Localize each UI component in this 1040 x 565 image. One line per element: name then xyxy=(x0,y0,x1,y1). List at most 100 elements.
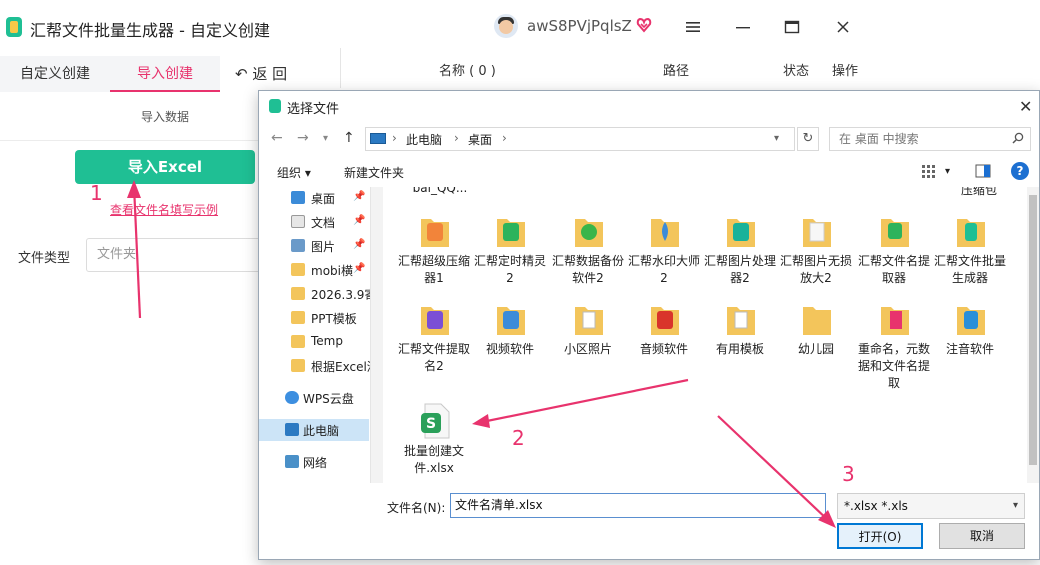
sidebar-item-label: 文档 xyxy=(311,216,336,230)
view-grid-icon[interactable] xyxy=(921,164,937,181)
svg-text:S: S xyxy=(426,416,436,432)
app-title: 汇帮文件批量生成器 - 自定义创建 xyxy=(30,21,270,40)
title-bar: 汇帮文件批量生成器 - 自定义创建 awS8PVjPqlsZ xyxy=(0,0,868,54)
help-icon[interactable]: ? xyxy=(1011,162,1029,180)
new-folder-button[interactable]: 新建文件夹 xyxy=(344,164,404,181)
sidebar-item-documents[interactable]: 文档 📌 xyxy=(259,211,369,233)
file-item[interactable]: 汇帮超级压缩器1 xyxy=(395,213,473,309)
file-item[interactable]: 汇帮定时精灵2 xyxy=(471,213,549,309)
import-excel-button[interactable]: 导入Excel xyxy=(75,150,255,184)
sidebar-item-folder[interactable]: PPT模板 xyxy=(259,307,369,329)
sidebar-item-label: 图片 xyxy=(311,240,336,254)
filetype-select[interactable]: *.xlsx *.xls ▾ xyxy=(837,493,1025,519)
content-scrollbar[interactable] xyxy=(1027,187,1039,483)
sidebar-item-folder[interactable]: 根据Excel深 xyxy=(259,355,370,377)
back-label: 返 回 xyxy=(252,65,288,83)
file-item[interactable]: 幼儿园 xyxy=(777,301,855,397)
network-icon xyxy=(285,455,299,468)
back-nav-icon[interactable]: ← xyxy=(271,130,283,146)
tab-import-create[interactable]: 导入创建 xyxy=(110,56,220,92)
sidebar-item-label: 2026.3.9寄 xyxy=(311,288,371,302)
filename-input[interactable]: 文件名清单.xlsx xyxy=(450,493,826,518)
crumb-desktop[interactable]: 桌面 xyxy=(468,131,492,148)
file-type-select[interactable]: 文件夹 xyxy=(86,238,286,272)
excel-file-item[interactable]: S 批量创建文件.xlsx xyxy=(395,403,473,483)
sidebar-item-wps-cloud[interactable]: WPS云盘 xyxy=(259,387,369,409)
cancel-button[interactable]: 取消 xyxy=(939,523,1025,549)
folder-icon xyxy=(575,219,603,247)
sidebar-item-folder[interactable]: Temp xyxy=(259,331,369,353)
sidebar-scrollbar[interactable] xyxy=(371,187,383,483)
maximize-icon[interactable] xyxy=(777,12,807,42)
refresh-icon[interactable]: ↻ xyxy=(797,127,819,151)
file-item[interactable]: 小区照片 xyxy=(549,301,627,397)
cloud-icon xyxy=(285,391,299,404)
file-name: 汇帮水印大师2 xyxy=(627,254,700,285)
sidebar-item-desktop[interactable]: 桌面 📌 xyxy=(259,187,369,209)
file-name: 汇帮图片处理器2 xyxy=(703,254,776,285)
close-icon[interactable] xyxy=(828,12,858,42)
recent-dropdown-icon[interactable]: ▾ xyxy=(323,133,328,144)
username[interactable]: awS8PVjPqlsZ xyxy=(527,17,632,35)
menu-icon[interactable] xyxy=(678,12,708,42)
file-item[interactable]: 音频软件 xyxy=(625,301,703,397)
filetype-value: *.xlsx *.xls xyxy=(844,499,908,513)
file-item[interactable]: 汇帮文件批量生成器 xyxy=(931,213,1009,309)
crumb-this-pc[interactable]: 此电脑 xyxy=(406,131,442,148)
step-number-1: 1 xyxy=(90,181,103,205)
sidebar-item-folder[interactable]: 2026.3.9寄 xyxy=(259,283,371,305)
file-item[interactable]: 汇帮文件名提取器 xyxy=(855,213,933,309)
file-item[interactable]: 汇帮图片无损放大2 xyxy=(777,213,855,309)
pin-icon: 📌 xyxy=(353,263,366,274)
dialog-close-icon[interactable]: ✕ xyxy=(1019,97,1032,116)
crumb-separator-icon: › xyxy=(392,131,397,145)
example-link[interactable]: 查看文件名填写示例 xyxy=(110,201,218,218)
column-status: 状态 xyxy=(783,64,810,79)
search-input[interactable]: 在 桌面 中搜索 xyxy=(829,127,1031,151)
open-button[interactable]: 打开(O) xyxy=(837,523,923,549)
scrollbar-thumb[interactable] xyxy=(1029,195,1037,465)
sidebar-item-this-pc[interactable]: 此电脑 xyxy=(259,419,369,441)
sidebar-item-label: 此电脑 xyxy=(303,424,340,438)
user-avatar[interactable] xyxy=(494,14,518,38)
sidebar-item-label: 网络 xyxy=(303,456,328,470)
folder-icon xyxy=(651,307,679,335)
file-name: 汇帮超级压缩器1 xyxy=(397,254,470,285)
up-folder-icon[interactable]: ↑ xyxy=(343,130,355,146)
file-item[interactable]: 注音软件 xyxy=(931,301,1009,397)
tab-custom-create[interactable]: 自定义创建 xyxy=(0,56,110,92)
folder-icon xyxy=(957,307,985,335)
vip-heart-icon[interactable] xyxy=(636,17,652,33)
address-dropdown-icon[interactable]: ▾ xyxy=(774,133,779,144)
pin-icon: 📌 xyxy=(353,215,366,226)
sidebar-item-folder[interactable]: mobi横 📌 xyxy=(259,259,369,281)
file-item[interactable]: 汇帮图片处理器2 xyxy=(701,213,779,309)
file-item[interactable]: 汇帮文件提取名2 xyxy=(395,301,473,397)
folder-icon xyxy=(803,219,831,247)
sidebar-item-pictures[interactable]: 图片 📌 xyxy=(259,235,369,257)
computer-icon xyxy=(370,133,386,144)
file-name[interactable]: 压缩包 xyxy=(939,187,1019,198)
minimize-icon[interactable] xyxy=(728,12,758,42)
file-name: 视频软件 xyxy=(485,342,534,356)
file-item[interactable]: 重命名，元数据和文件名提取 xyxy=(855,301,933,397)
folder-icon xyxy=(291,359,305,372)
sidebar-item-network[interactable]: 网络 xyxy=(259,451,369,473)
folder-icon xyxy=(651,219,679,247)
preview-pane-icon[interactable] xyxy=(975,164,991,181)
filename-label: 文件名(N): xyxy=(387,501,446,515)
organize-menu[interactable]: 组织 ▾ xyxy=(277,164,311,181)
file-name[interactable]: baı_QQ... xyxy=(385,187,495,195)
forward-nav-icon[interactable]: → xyxy=(297,130,309,146)
file-item[interactable]: 有用模板 xyxy=(701,301,779,397)
view-dropdown-icon[interactable]: ▾ xyxy=(945,166,950,177)
folder-icon xyxy=(497,307,525,335)
file-item[interactable]: 汇帮数据备份软件2 xyxy=(549,213,627,309)
file-item[interactable]: 汇帮水印大师2 xyxy=(625,213,703,309)
sidebar-item-label: PPT模板 xyxy=(311,312,357,326)
search-placeholder: 在 桌面 中搜索 xyxy=(839,132,919,146)
file-name: 幼儿园 xyxy=(797,342,834,356)
address-bar[interactable]: › 此电脑 › 桌面 › ▾ xyxy=(365,127,795,151)
file-item[interactable]: 视频软件 xyxy=(471,301,549,397)
back-button[interactable]: ↶ 返 回 xyxy=(235,56,287,92)
